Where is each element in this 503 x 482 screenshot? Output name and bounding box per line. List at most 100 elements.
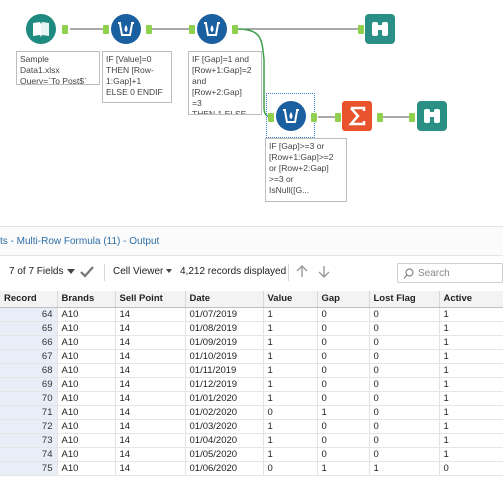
cell-date[interactable]: 01/05/2020 [185,447,264,462]
table-row[interactable]: 73 A10 14 01/04/2020 1 0 0 1 [0,433,503,448]
cell-record[interactable]: 68 [0,363,58,378]
cell-date[interactable]: 01/03/2020 [185,419,264,434]
table-row[interactable]: 74 A10 14 01/05/2020 1 0 0 1 [0,447,503,462]
cell-gap[interactable]: 0 [317,349,370,364]
table-row[interactable]: 65 A10 14 01/08/2019 1 0 0 1 [0,321,503,336]
cell-lost-flag[interactable]: 1 [369,461,440,476]
cell-brands[interactable]: A10 [57,349,116,364]
cell-lost-flag[interactable]: 0 [369,447,440,462]
cell-active[interactable]: 1 [439,391,503,406]
cell-gap[interactable]: 1 [317,405,370,420]
output-anchor[interactable] [377,113,383,122]
cell-lost-flag[interactable]: 0 [369,335,440,350]
cell-lost-flag[interactable]: 0 [369,363,440,378]
cell-active[interactable]: 1 [439,377,503,392]
cell-gap[interactable]: 0 [317,335,370,350]
cell-date[interactable]: 01/04/2020 [185,433,264,448]
cell-record[interactable]: 65 [0,321,58,336]
cell-record[interactable]: 70 [0,391,58,406]
cell-active[interactable]: 1 [439,307,503,322]
cell-value[interactable]: 1 [263,321,318,336]
multi-row-formula-tool-3[interactable] [276,101,306,131]
cell-record[interactable]: 69 [0,377,58,392]
column-header-lost-flag[interactable]: Lost Flag [369,291,440,308]
cell-lost-flag[interactable]: 0 [369,391,440,406]
cell-active[interactable]: 1 [439,447,503,462]
cell-brands[interactable]: A10 [57,363,116,378]
column-header-sell-point[interactable]: Sell Point [115,291,186,308]
cell-value[interactable]: 1 [263,433,318,448]
cell-brands[interactable]: A10 [57,419,116,434]
cell-gap[interactable]: 0 [317,377,370,392]
table-row[interactable]: 69 A10 14 01/12/2019 1 0 0 1 [0,377,503,392]
cell-date[interactable]: 01/11/2019 [185,363,264,378]
cell-brands[interactable]: A10 [57,447,116,462]
cell-sell-point[interactable]: 14 [115,419,186,434]
browse-tool-1[interactable] [365,14,395,44]
table-row[interactable]: 68 A10 14 01/11/2019 1 0 0 1 [0,363,503,378]
arrow-up-icon[interactable] [296,265,308,278]
cell-date[interactable]: 01/09/2019 [185,335,264,350]
cell-viewer-button[interactable]: Cell Viewer [113,266,163,277]
cell-value[interactable]: 0 [263,461,318,476]
cell-gap[interactable]: 0 [317,433,370,448]
table-row[interactable]: 67 A10 14 01/10/2019 1 0 0 1 [0,349,503,364]
cell-value[interactable]: 1 [263,307,318,322]
cell-active[interactable]: 1 [439,363,503,378]
cell-date[interactable]: 01/02/2020 [185,405,264,420]
table-row[interactable]: 64 A10 14 01/07/2019 1 0 0 1 [0,307,503,322]
cell-date[interactable]: 01/01/2020 [185,391,264,406]
cell-active[interactable]: 1 [439,405,503,420]
cell-record[interactable]: 71 [0,405,58,420]
cell-value[interactable]: 1 [263,447,318,462]
cell-sell-point[interactable]: 14 [115,307,186,322]
column-header-brands[interactable]: Brands [57,291,116,308]
cell-date[interactable]: 01/12/2019 [185,377,264,392]
output-anchor[interactable] [62,25,68,34]
cell-active[interactable]: 1 [439,321,503,336]
table-row[interactable]: 66 A10 14 01/09/2019 1 0 0 1 [0,335,503,350]
output-anchor[interactable] [232,25,238,34]
cell-brands[interactable]: A10 [57,321,116,336]
table-row[interactable]: 75 A10 14 01/06/2020 0 1 1 0 [0,461,503,476]
cell-record[interactable]: 67 [0,349,58,364]
cell-date[interactable]: 01/07/2019 [185,307,264,322]
cell-brands[interactable]: A10 [57,377,116,392]
cell-date[interactable]: 01/08/2019 [185,321,264,336]
search-box[interactable] [397,263,503,283]
output-anchor[interactable] [146,25,152,34]
cell-value[interactable]: 1 [263,377,318,392]
input-anchor[interactable] [103,25,109,34]
cell-sell-point[interactable]: 14 [115,391,186,406]
column-header-date[interactable]: Date [185,291,264,308]
output-anchor[interactable] [311,113,317,122]
cell-active[interactable]: 1 [439,349,503,364]
cell-sell-point[interactable]: 14 [115,321,186,336]
cell-value[interactable]: 1 [263,391,318,406]
cell-sell-point[interactable]: 14 [115,461,186,476]
input-anchor[interactable] [358,25,364,34]
chevron-down-icon[interactable] [166,269,172,274]
input-data-tool[interactable] [26,14,56,44]
cell-brands[interactable]: A10 [57,433,116,448]
cell-value[interactable]: 1 [263,363,318,378]
cell-sell-point[interactable]: 14 [115,433,186,448]
search-input[interactable] [418,266,500,280]
column-header-active[interactable]: Active [439,291,503,308]
fields-selector[interactable]: 7 of 7 Fields [9,266,63,277]
cell-gap[interactable]: 0 [317,307,370,322]
cell-brands[interactable]: A10 [57,307,116,322]
cell-active[interactable]: 1 [439,433,503,448]
cell-value[interactable]: 0 [263,405,318,420]
chevron-down-icon[interactable] [67,269,75,275]
multi-row-formula-tool-1[interactable] [111,14,141,44]
column-header-record[interactable]: Record [0,291,58,308]
cell-brands[interactable]: A10 [57,405,116,420]
cell-gap[interactable]: 0 [317,419,370,434]
cell-sell-point[interactable]: 14 [115,405,186,420]
checkmark-icon[interactable] [80,266,94,278]
cell-value[interactable]: 1 [263,335,318,350]
table-row[interactable]: 70 A10 14 01/01/2020 1 0 0 1 [0,391,503,406]
table-row[interactable]: 71 A10 14 01/02/2020 0 1 0 1 [0,405,503,420]
cell-lost-flag[interactable]: 0 [369,419,440,434]
